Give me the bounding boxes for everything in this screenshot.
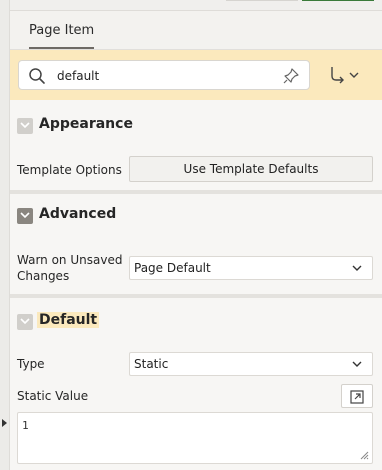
warn-unsaved-select[interactable]: Page Default bbox=[129, 256, 373, 280]
advanced-section: Advanced Warn on Unsaved Changes Page De… bbox=[10, 194, 382, 294]
left-gutter bbox=[0, 0, 10, 470]
search-input[interactable] bbox=[57, 66, 277, 86]
section-title-advanced: Advanced bbox=[39, 206, 117, 222]
pin-icon[interactable] bbox=[282, 67, 300, 85]
top-toolbar-strip bbox=[10, 0, 382, 11]
static-value-text: 1 bbox=[22, 419, 29, 432]
chevron-down-icon bbox=[352, 265, 362, 271]
use-template-defaults-button[interactable]: Use Template Defaults bbox=[129, 156, 373, 182]
static-value-label: Static Value bbox=[17, 389, 89, 403]
expand-icon bbox=[350, 390, 364, 404]
tab-page-item[interactable]: Page Item bbox=[29, 23, 95, 49]
chevron-down-icon bbox=[17, 118, 33, 134]
goto-component-icon[interactable] bbox=[328, 64, 364, 86]
type-select[interactable]: Static bbox=[129, 352, 373, 376]
appearance-section: Appearance Template Options Use Template… bbox=[10, 100, 382, 190]
default-section: Default Type Static Static Value 1 bbox=[10, 298, 382, 470]
chevron-down-icon bbox=[17, 208, 33, 224]
warn-unsaved-label: Warn on Unsaved Changes bbox=[17, 253, 123, 283]
toolbar-button-partial[interactable] bbox=[226, 0, 298, 1]
expand-editor-button[interactable] bbox=[341, 384, 373, 408]
search-box bbox=[18, 60, 310, 90]
resize-grip-icon[interactable] bbox=[360, 451, 369, 460]
static-value-textarea[interactable]: 1 bbox=[17, 412, 373, 464]
collapse-arrow-icon[interactable] bbox=[2, 419, 7, 427]
chevron-down-icon bbox=[17, 314, 33, 330]
section-title-default: Default bbox=[37, 312, 100, 328]
property-editor-tabs: Page Item bbox=[10, 11, 382, 50]
type-label: Type bbox=[17, 357, 45, 371]
section-title-appearance: Appearance bbox=[39, 116, 133, 132]
property-search-bar bbox=[10, 50, 382, 100]
template-options-label: Template Options bbox=[17, 163, 122, 177]
warn-unsaved-value: Page Default bbox=[134, 261, 211, 275]
search-icon bbox=[29, 68, 45, 84]
type-value: Static bbox=[134, 357, 169, 371]
chevron-down-icon bbox=[352, 361, 362, 367]
save-button-partial[interactable] bbox=[302, 0, 374, 1]
